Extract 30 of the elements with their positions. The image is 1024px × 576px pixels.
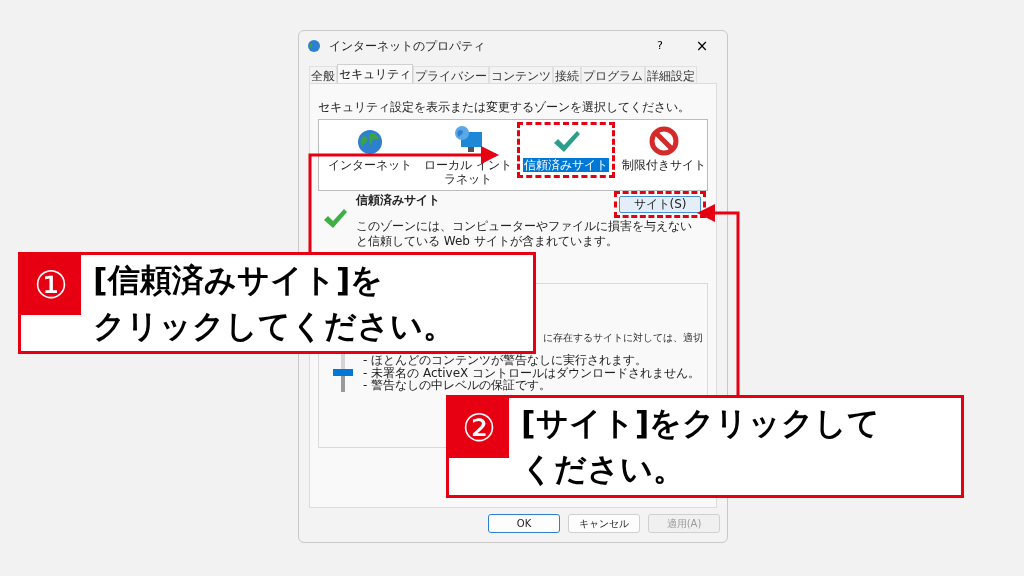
zone-description: このゾーンには、コンピューターやファイルに損害を与えない [356,219,693,234]
sites-button[interactable]: サイト(S) [619,196,701,213]
step-number: ① [21,255,81,315]
globe-icon [307,39,321,53]
zone-description: と信頼している Web サイトが含まれています。 [356,234,619,249]
dialog-button[interactable]: キャンセル [568,514,640,533]
level-description: に存在するサイトに対しては、適切 [543,331,703,345]
level-note: - ほとんどのコンテンツが警告なしに実行されます。 [363,354,649,367]
zone-item[interactable]: 信頼済みサイト [521,126,611,172]
slider-thumb[interactable] [333,369,353,376]
zone-title: 信頼済みサイト [356,192,440,209]
prohibited-icon [649,126,679,156]
slider-track[interactable] [333,354,353,392]
help-button[interactable]: ? [643,37,677,55]
globe-icon [356,128,384,156]
level-note: - 未署名の ActiveX コントロールはダウンロードされません。 [363,366,701,379]
callout-text: [サイト]をクリックして [521,403,881,444]
window-title: インターネットのプロパティ [329,38,485,55]
close-button[interactable]: × [685,34,719,58]
callout-text: クリックしてください。 [93,306,455,347]
zone-item[interactable]: 制限付きサイト [619,126,709,172]
zone-item[interactable]: インターネット [325,126,415,172]
callout-text: [信頼済みサイト]を [93,260,385,301]
level-note: - 警告なしの中レベルの保証です。 [363,379,552,392]
checkmark-icon [322,207,348,231]
tab[interactable]: セキュリティ [337,64,413,83]
dialog-button[interactable]: OK [488,514,560,533]
step-number: ② [449,398,509,458]
instruction-text: セキュリティ設定を表示または変更するゾーンを選択してください。 [318,99,691,116]
callout-text: ください。 [521,449,686,490]
